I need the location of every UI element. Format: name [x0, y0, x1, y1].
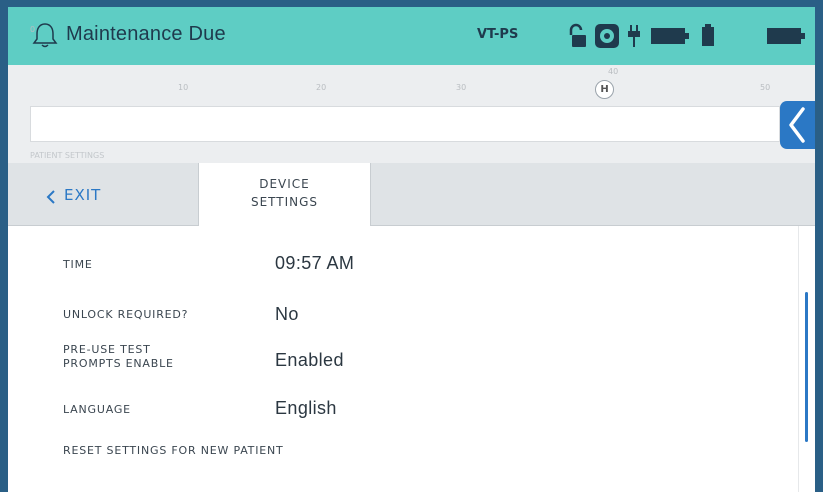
lock-open-icon[interactable] — [566, 23, 588, 49]
setting-value-time[interactable]: 09:57 AM — [275, 253, 354, 274]
ventilation-mode-label: VT-PS — [477, 27, 519, 42]
setting-label-time: TIME — [63, 258, 93, 271]
exit-label: EXIT — [64, 186, 102, 204]
status-title[interactable]: Maintenance Due — [66, 23, 226, 46]
tab-bar: EXIT DEVICE SETTINGS — [8, 163, 815, 226]
waveform-tick: 30 — [456, 83, 467, 92]
chevron-left-icon — [789, 107, 805, 143]
tab-device-settings[interactable]: DEVICE SETTINGS — [198, 163, 371, 226]
exit-button[interactable]: EXIT — [30, 163, 194, 225]
reset-settings-button[interactable]: RESET SETTINGS FOR NEW PATIENT — [63, 444, 284, 458]
waveform-tick: 50 — [760, 83, 771, 92]
h-marker[interactable]: H — [595, 80, 614, 99]
setting-value-unlock[interactable]: No — [275, 304, 299, 325]
setting-label-pre-use-test: PRE-USE TEST PROMPTS ENABLE — [63, 343, 174, 370]
setting-value-pre-use-test[interactable]: Enabled — [275, 350, 344, 371]
battery-small-icon — [702, 24, 714, 46]
message-bar[interactable] — [30, 106, 780, 142]
waveform-caption: PATIENT SETTINGS — [30, 151, 105, 160]
settings-panel: TIME 09:57 AM UNLOCK REQUIRED? No PRE-US… — [8, 226, 798, 492]
battery-icon — [767, 28, 805, 44]
setting-label-language: LANGUAGE — [63, 403, 131, 416]
setting-label-unlock: UNLOCK REQUIRED? — [63, 308, 189, 321]
collapse-panel-button[interactable] — [780, 101, 815, 149]
device-screen: Maintenance Due VT-PS 0 10 20 30 40 50 H… — [8, 7, 815, 492]
waveform-tick: 0 — [30, 25, 36, 34]
plug-icon — [628, 25, 640, 47]
status-bar: Maintenance Due VT-PS — [8, 7, 815, 65]
touch-lock-icon[interactable] — [594, 23, 620, 49]
chevron-left-icon — [46, 190, 55, 204]
battery-icon — [651, 28, 689, 44]
tab-device-settings-label: DEVICE SETTINGS — [250, 177, 319, 209]
waveform-tick: 20 — [316, 83, 327, 92]
setting-value-language[interactable]: English — [275, 398, 337, 419]
scrollbar-thumb[interactable] — [805, 292, 808, 442]
waveform-tick: 10 — [178, 83, 189, 92]
waveform-tick: 40 — [608, 67, 619, 76]
